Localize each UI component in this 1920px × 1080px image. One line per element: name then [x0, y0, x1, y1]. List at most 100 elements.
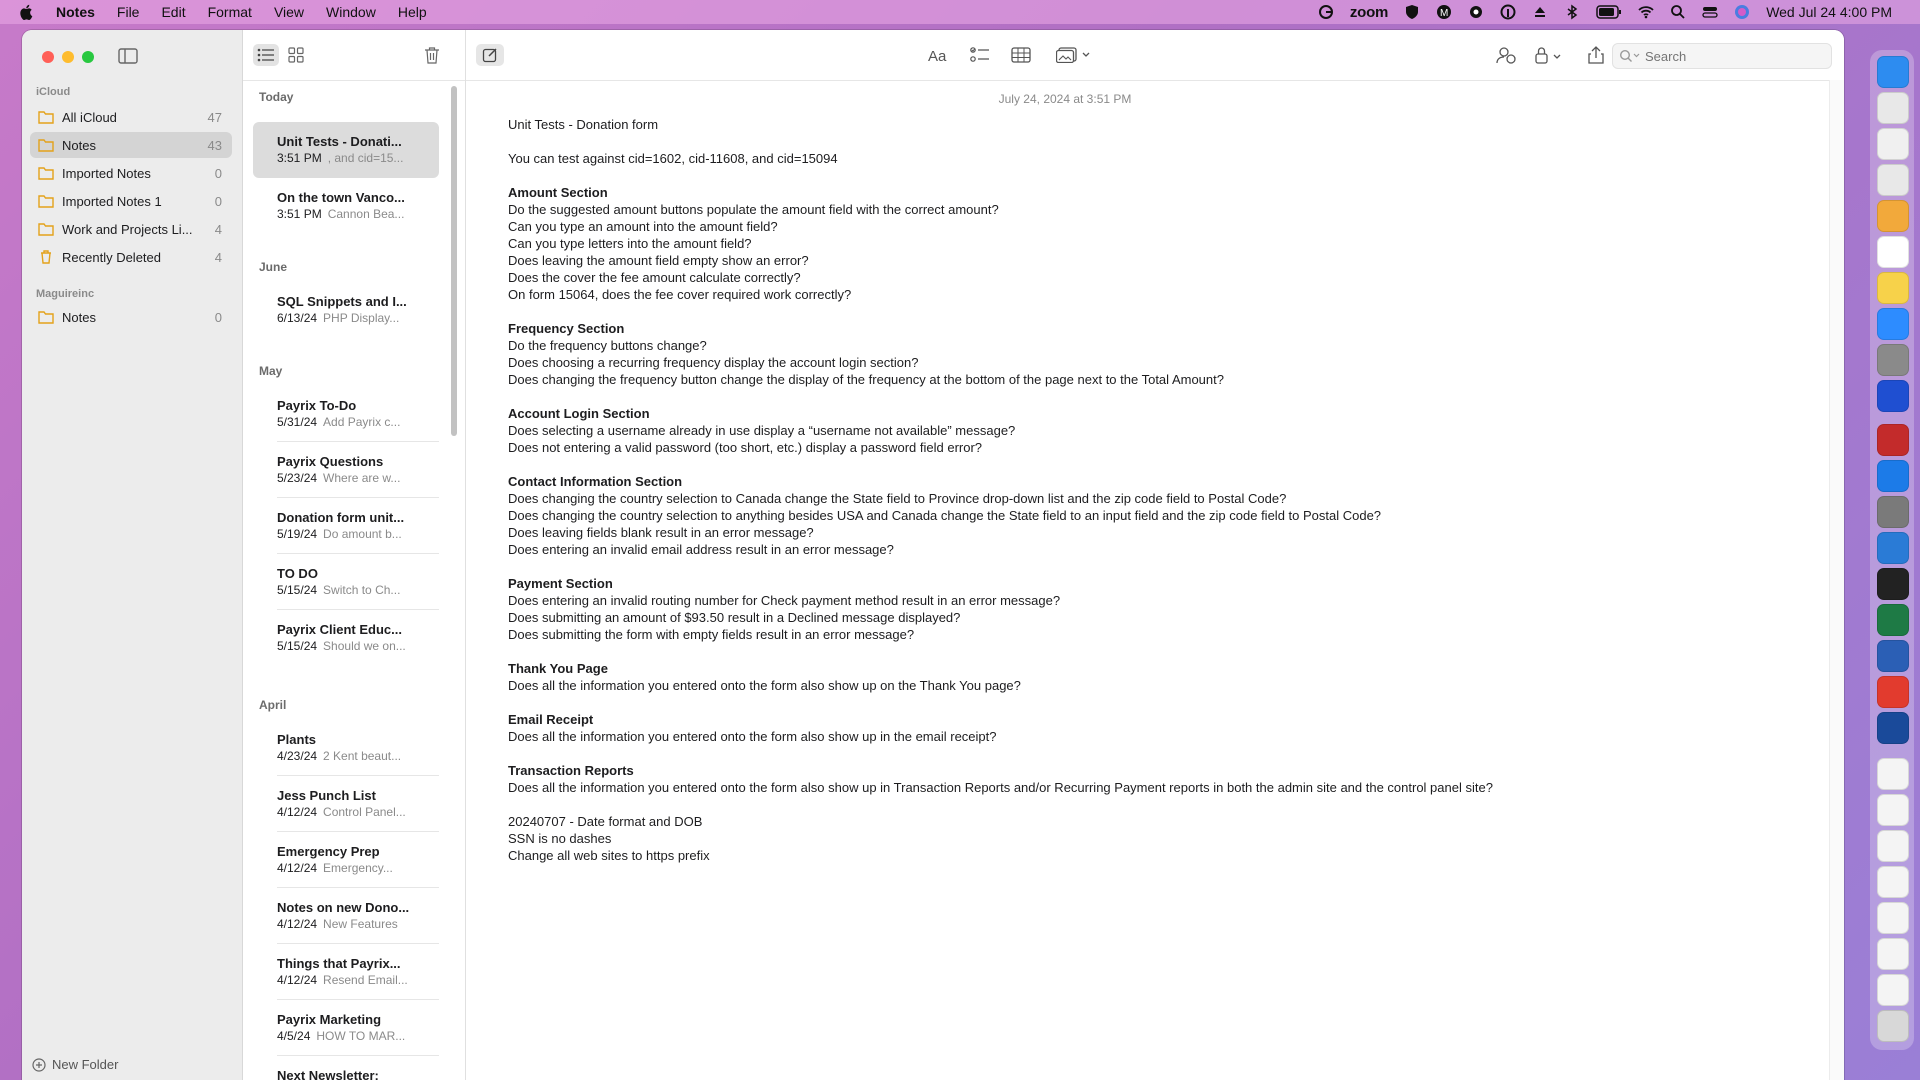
- note-list-item[interactable]: On the town Vanco... 3:51 PM Cannon Bea..…: [253, 178, 439, 234]
- gear-flower-icon[interactable]: [1468, 4, 1484, 20]
- shield-icon[interactable]: [1404, 4, 1420, 20]
- bluetooth-icon[interactable]: [1564, 4, 1580, 20]
- note-list-item[interactable]: Payrix Client Educ... 5/15/24 Should we o…: [253, 610, 439, 666]
- search-field[interactable]: [1612, 43, 1832, 69]
- note-date: 6/13/24: [277, 311, 318, 325]
- window-thumb-icon[interactable]: [1877, 830, 1909, 862]
- jira-icon[interactable]: [1877, 380, 1909, 412]
- note-line: [508, 456, 1808, 473]
- collaborate-button[interactable]: [1492, 44, 1520, 66]
- note-list-scrollbar[interactable]: [451, 86, 457, 436]
- search-input[interactable]: [1643, 47, 1817, 65]
- note-list-item[interactable]: Unit Tests - Donati... 3:51 PM , and cid=…: [253, 122, 439, 178]
- trash-icon[interactable]: [1877, 1010, 1909, 1042]
- format-button[interactable]: Aa: [925, 44, 953, 66]
- folder-notes[interactable]: Notes 43: [30, 132, 232, 158]
- spreadsheet-thumb-icon[interactable]: [1877, 902, 1909, 934]
- grammarly-icon[interactable]: [1318, 4, 1334, 20]
- launchpad-icon[interactable]: [1877, 92, 1909, 124]
- photos-edit-icon[interactable]: [1877, 200, 1909, 232]
- system-settings-icon[interactable]: [1877, 344, 1909, 376]
- new-folder-button[interactable]: New Folder: [32, 1057, 118, 1072]
- red-app-icon[interactable]: [1877, 676, 1909, 708]
- folder-count: 47: [207, 109, 222, 125]
- note-list-item[interactable]: Payrix To-Do 5/31/24 Add Payrix c...: [253, 386, 439, 442]
- folder-imported-notes[interactable]: Imported Notes 0: [30, 160, 232, 186]
- note-list-item[interactable]: Next Newsletter:: [253, 1056, 439, 1080]
- notes-app-icon[interactable]: [1877, 272, 1909, 304]
- table-button[interactable]: [1007, 44, 1035, 66]
- menu-window[interactable]: Window: [326, 4, 376, 20]
- lock-button[interactable]: [1532, 44, 1568, 66]
- window-thumb-icon[interactable]: [1877, 938, 1909, 970]
- sidebar-toggle-icon[interactable]: [118, 48, 138, 64]
- battery-icon[interactable]: [1596, 5, 1622, 19]
- calendar-icon[interactable]: [1877, 236, 1909, 268]
- note-list-item[interactable]: Notes on new Dono... 4/12/24 New Features: [253, 888, 439, 944]
- delete-note-button[interactable]: [419, 44, 445, 66]
- folder-imported-notes-1[interactable]: Imported Notes 1 0: [30, 188, 232, 214]
- word-icon[interactable]: [1877, 640, 1909, 672]
- checklist-button[interactable]: [966, 44, 994, 66]
- menu-clock[interactable]: Wed Jul 24 4:00 PM: [1766, 4, 1892, 20]
- gallery-view-button[interactable]: [283, 44, 309, 66]
- new-note-button[interactable]: [476, 44, 504, 66]
- spotlight-search-icon[interactable]: [1670, 4, 1686, 20]
- apple-menu-icon[interactable]: [18, 3, 36, 21]
- note-date: 4/12/24: [277, 805, 318, 819]
- menu-view[interactable]: View: [274, 4, 304, 20]
- note-editor: Aa July 24, 2: [466, 30, 1844, 1080]
- chrome-icon[interactable]: [1877, 164, 1909, 196]
- folder-recently-deleted[interactable]: Recently Deleted 4: [30, 244, 232, 270]
- menu-file[interactable]: File: [117, 4, 140, 20]
- window-minimize-button[interactable]: [62, 51, 74, 63]
- podcast-icon[interactable]: [1500, 4, 1516, 20]
- list-view-button[interactable]: [253, 44, 279, 66]
- note-list-item[interactable]: Things that Payrix... 4/12/24 Resend Emai…: [253, 944, 439, 1000]
- note-body-text[interactable]: Unit Tests - Donation form You can test a…: [508, 116, 1808, 864]
- zoom-status-item[interactable]: zoom: [1350, 4, 1389, 21]
- editor-scroll-track[interactable]: [1829, 80, 1844, 1080]
- note-list-item[interactable]: TO DO 5/15/24 Switch to Ch...: [253, 554, 439, 610]
- window-thumb-icon[interactable]: [1877, 794, 1909, 826]
- menu-help[interactable]: Help: [398, 4, 427, 20]
- menu-app-name[interactable]: Notes: [56, 4, 95, 20]
- folder-all-icloud[interactable]: All iCloud 47: [30, 104, 232, 130]
- note-list-item[interactable]: Donation form unit... 5/19/24 Do amount b…: [253, 498, 439, 554]
- wifi-icon[interactable]: [1638, 4, 1654, 20]
- note-list-item[interactable]: Jess Punch List 4/12/24 Control Panel...: [253, 776, 439, 832]
- note-list-item[interactable]: Emergency Prep 4/12/24 Emergency...: [253, 832, 439, 888]
- m-app-icon[interactable]: M: [1436, 4, 1452, 20]
- notes-window: iCloud All iCloud 47 Notes 43 Imported N…: [22, 30, 1844, 1080]
- vscode-icon[interactable]: [1877, 532, 1909, 564]
- finder-icon[interactable]: [1877, 56, 1909, 88]
- menu-format[interactable]: Format: [208, 4, 252, 20]
- share-button[interactable]: [1584, 44, 1608, 66]
- folder-maguireinc-notes[interactable]: Notes 0: [30, 304, 232, 330]
- note-line: Change all web sites to https prefix: [508, 848, 710, 863]
- excel-icon[interactable]: [1877, 604, 1909, 636]
- control-center-icon[interactable]: [1702, 4, 1718, 20]
- calendar-thumb-icon[interactable]: [1877, 974, 1909, 1006]
- spreadsheet-thumb-icon[interactable]: [1877, 866, 1909, 898]
- note-list-item[interactable]: SQL Snippets and I... 6/13/24 PHP Display…: [253, 282, 439, 338]
- eject-icon[interactable]: [1532, 4, 1548, 20]
- password-app-icon[interactable]: [1877, 128, 1909, 160]
- filezilla-icon[interactable]: [1877, 424, 1909, 456]
- zoom-app-icon[interactable]: [1877, 308, 1909, 340]
- note-list-item[interactable]: Payrix Marketing 4/5/24 HOW TO MAR...: [253, 1000, 439, 1056]
- terminal-icon[interactable]: [1877, 568, 1909, 600]
- siri-icon[interactable]: [1734, 4, 1750, 20]
- note-list-item[interactable]: Payrix Questions 5/23/24 Where are w...: [253, 442, 439, 498]
- grammarly-app-icon[interactable]: [1877, 712, 1909, 744]
- media-button[interactable]: [1054, 44, 1094, 66]
- note-list-item[interactable]: Plants 4/23/24 2 Kent beaut...: [253, 720, 439, 776]
- window-maximize-button[interactable]: [82, 51, 94, 63]
- note-title: Payrix Client Educ...: [277, 622, 402, 637]
- document-window-icon[interactable]: [1877, 758, 1909, 790]
- github-icon[interactable]: [1877, 496, 1909, 528]
- menu-edit[interactable]: Edit: [161, 4, 185, 20]
- window-close-button[interactable]: [42, 51, 54, 63]
- maps-pin-icon[interactable]: [1877, 460, 1909, 492]
- folder-work-and-projects[interactable]: Work and Projects Li... 4: [30, 216, 232, 242]
